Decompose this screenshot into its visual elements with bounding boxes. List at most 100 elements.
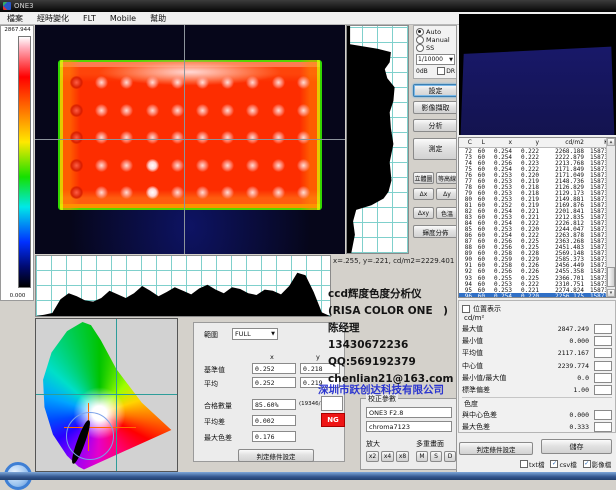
- stat-input-box[interactable]: [594, 373, 612, 383]
- vertical-profile-curve: [347, 26, 408, 253]
- stat-value: 0.000: [537, 337, 589, 345]
- measurement-table[interactable]: CLxycd/m2K 72600.2540.2222268.1881587373…: [458, 137, 616, 298]
- heatmap-led-dot: [120, 186, 133, 199]
- menu-item[interactable]: 經時變化: [30, 13, 76, 24]
- heatmap-led-dot: [196, 131, 209, 144]
- judge-condition-button-right[interactable]: 判定條件設定: [459, 442, 533, 455]
- color-temp-button[interactable]: 色溫: [436, 207, 458, 219]
- dr-checkbox[interactable]: [437, 67, 445, 75]
- analyze-button[interactable]: 分析: [413, 119, 458, 132]
- window-title: ONE3: [14, 0, 34, 12]
- contact-line: QQ:569192379: [328, 354, 463, 371]
- radio-icon[interactable]: [416, 44, 424, 52]
- heatmap-led-dot: [95, 104, 108, 117]
- stat-input-box[interactable]: [594, 336, 612, 346]
- heatmap-led-dot: [246, 76, 259, 89]
- delta-y-button[interactable]: Δy: [436, 188, 458, 200]
- view-3d-button[interactable]: 立體圖: [413, 172, 434, 184]
- position-display-checkbox[interactable]: [462, 305, 470, 313]
- heatmap-led-dot: [95, 76, 108, 89]
- file-check-label: txt檔: [529, 459, 544, 469]
- stat-input-box[interactable]: [594, 385, 612, 395]
- measure-button[interactable]: 測定: [413, 138, 458, 160]
- average-label: 平均: [204, 379, 218, 389]
- stat-row: 最小值/最大值0.0: [462, 372, 612, 384]
- file-check-item[interactable]: txt檔: [520, 459, 544, 469]
- statistics-panel: 位置表示 cd/m² 最大值2847.249最小值0.000平均值2117.16…: [458, 300, 616, 433]
- scrollbar-thumb[interactable]: [607, 267, 615, 287]
- checkbox-icon[interactable]: [520, 460, 528, 468]
- stat-label: 中心值: [462, 361, 537, 371]
- image-capture-button[interactable]: 影像擷取: [413, 101, 458, 114]
- judge-condition-button[interactable]: 判定條件設定: [238, 449, 314, 462]
- range-value: FULL: [235, 330, 251, 338]
- file-check-item[interactable]: ✓影像檔: [583, 459, 612, 469]
- dr-label: DR: [446, 68, 455, 75]
- cie-chromaticity-diagram[interactable]: [35, 318, 178, 472]
- capture-mode-radio-row[interactable]: Auto: [416, 28, 455, 36]
- capture-mode-radio-row[interactable]: SS: [416, 44, 455, 52]
- stat-input-box[interactable]: [594, 410, 612, 420]
- luminance-dist-button[interactable]: 輝度分佈: [413, 225, 458, 238]
- file-format-checkboxes: txt檔 ✓csv檔 ✓影像檔: [520, 459, 614, 469]
- capture-mode-group: AutoManualSS 1/10000 ▼ 0dB DR: [413, 25, 458, 79]
- menu-item[interactable]: 檔案: [0, 13, 30, 24]
- stat-input-box[interactable]: [594, 348, 612, 358]
- avg-diff-label: 平均差: [204, 417, 225, 427]
- zoom-x4-button[interactable]: x4: [381, 451, 394, 462]
- stat-input-box[interactable]: [594, 422, 612, 432]
- heatmap-led-dot: [297, 159, 310, 172]
- table-row[interactable]: 96600.2540.2202256.17515873: [459, 293, 615, 298]
- contour-button[interactable]: 等高線: [436, 172, 458, 184]
- menu-item[interactable]: FLT: [76, 14, 103, 23]
- average-x-field[interactable]: 0.252: [252, 377, 296, 388]
- calibration-group: 校正參數 ONE3 F2.8 chroma7123 放大 x2 x4 x8 多重…: [360, 398, 457, 470]
- scroll-down-icon[interactable]: ▼: [607, 289, 615, 297]
- file-check-item[interactable]: ✓csv檔: [550, 459, 576, 469]
- scroll-up-icon[interactable]: ▲: [607, 138, 615, 146]
- contact-line: 13430672236: [328, 337, 463, 354]
- stat-input-box[interactable]: [594, 361, 612, 371]
- radio-icon[interactable]: [416, 36, 424, 44]
- pass-count-field: 85.60%: [252, 399, 296, 410]
- zoom-x8-button[interactable]: x8: [396, 451, 409, 462]
- heatmap-led-dot: [95, 186, 108, 199]
- calibration-param1-field[interactable]: ONE3 F2.8: [366, 407, 452, 418]
- table-scrollbar[interactable]: ▲ ▼: [606, 138, 615, 297]
- horizontal-profile-curve: [36, 256, 330, 316]
- multi-m-button[interactable]: M: [416, 451, 428, 462]
- radio-label: SS: [426, 44, 434, 52]
- camera-preview-panel: [459, 14, 616, 135]
- range-select[interactable]: FULL ▼: [232, 328, 278, 340]
- menu-item[interactable]: 幫助: [143, 13, 173, 24]
- shutter-select[interactable]: 1/10000 ▼: [416, 54, 455, 65]
- reference-x-field[interactable]: 0.252: [252, 363, 296, 374]
- calibration-param2-field[interactable]: chroma7123: [366, 421, 452, 432]
- settings-button[interactable]: 設定: [413, 84, 458, 97]
- stat-input-box[interactable]: [594, 324, 612, 334]
- delta-xy-button[interactable]: Δxy: [413, 207, 434, 219]
- capture-mode-radio-row[interactable]: Manual: [416, 36, 455, 44]
- heatmap-led-dot: [171, 76, 184, 89]
- stat-value: 2847.249: [537, 325, 589, 333]
- contact-line: 陈经理: [328, 320, 463, 337]
- delta-x-button[interactable]: Δx: [413, 188, 434, 200]
- checkbox-icon[interactable]: ✓: [550, 460, 558, 468]
- heatmap-led-dot: [196, 104, 209, 117]
- unit-label: cd/m²: [464, 314, 612, 322]
- luminance-heatmap[interactable]: [35, 25, 345, 254]
- heatmap-led-dot: [171, 186, 184, 199]
- radio-icon[interactable]: [416, 28, 424, 36]
- stat-label: 最小值: [462, 336, 537, 346]
- stat-row: 最大色差0.333: [462, 421, 612, 433]
- multi-s-button[interactable]: S: [430, 451, 442, 462]
- radio-label: Manual: [426, 36, 450, 44]
- zoom-x2-button[interactable]: x2: [366, 451, 379, 462]
- checkbox-icon[interactable]: ✓: [583, 460, 591, 468]
- heatmap-led-dot: [171, 131, 184, 144]
- table-cell: 0.254: [485, 293, 512, 298]
- menu-item[interactable]: Mobile: [103, 14, 143, 23]
- heatmap-crosshair-horizontal[interactable]: [35, 139, 345, 140]
- save-button[interactable]: 儲存: [541, 439, 612, 454]
- multi-d-button[interactable]: D: [444, 451, 456, 462]
